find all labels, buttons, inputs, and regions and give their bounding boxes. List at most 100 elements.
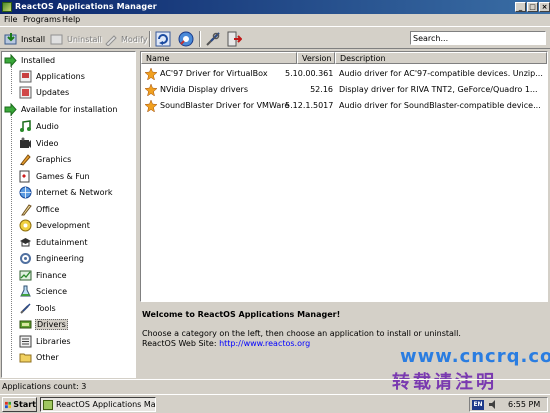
tree-item-tools[interactable]: Tools [19, 301, 57, 315]
column-header-name[interactable]: Name [141, 52, 297, 64]
uninstall-label: Uninstall [67, 34, 102, 44]
exit-button[interactable] [226, 31, 245, 47]
tree-item-graphics[interactable]: Graphics [19, 152, 72, 166]
settings-button[interactable] [205, 31, 224, 47]
updates-icon [19, 86, 32, 99]
start-icon [5, 401, 12, 408]
tree-label: Internet & Network [36, 187, 113, 197]
tools-icon [205, 31, 221, 47]
package-icon [144, 67, 158, 81]
row-description: Audio driver for SoundBlaster-compatible… [339, 101, 541, 110]
tree-item-video[interactable]: Video [19, 136, 59, 150]
start-button[interactable]: Start [2, 397, 37, 412]
row-version: 5.10.00.3610 [285, 69, 333, 78]
website-line: ReactOS Web Site: http://www.reactos.org [142, 339, 310, 348]
row-name: SoundBlaster Driver for VMWare [160, 101, 290, 110]
application-list: Name Version Description AC'97 Driver fo… [140, 51, 548, 302]
tree-line [11, 66, 12, 94]
status-bar: Applications count: 3 [0, 379, 550, 393]
tree-label: Libraries [36, 336, 71, 346]
title-bar[interactable]: ReactOS Applications Manager _ □ × [0, 0, 550, 14]
menu-programs[interactable]: Programs [23, 15, 61, 24]
watermark-url: www.cncrq.com [400, 346, 550, 367]
app-window: ReactOS Applications Manager _ □ × File … [0, 0, 550, 394]
welcome-text: Welcome to ReactOS Applications Manager! [142, 310, 341, 319]
tree-label: Finance [36, 270, 67, 280]
maximize-button[interactable]: □ [527, 2, 538, 12]
install-icon [4, 32, 18, 46]
list-row[interactable]: NVidia Display drivers 52.16 Display dri… [141, 82, 547, 97]
taskbar-app-button[interactable]: ReactOS Applications Man... [40, 397, 156, 412]
edutainment-icon [19, 236, 32, 249]
row-description: Display driver for RIVA TNT2, GeForce/Qu… [339, 85, 538, 94]
install-label: Install [21, 34, 46, 44]
tree-label: Updates [36, 87, 70, 97]
tree-item-internet[interactable]: Internet & Network [19, 185, 114, 199]
tree-label: Audio [36, 121, 59, 131]
row-name: NVidia Display drivers [160, 85, 248, 94]
internet-icon [19, 186, 32, 199]
uninstall-button[interactable]: Uninstall [50, 31, 102, 47]
window-title: ReactOS Applications Manager [15, 2, 157, 11]
app-icon [43, 399, 53, 410]
close-button[interactable]: × [539, 2, 550, 12]
tools-category-icon [19, 302, 32, 315]
science-icon [19, 285, 32, 298]
other-icon [19, 351, 32, 364]
tree-item-science[interactable]: Science [19, 284, 68, 298]
language-indicator[interactable]: EN [472, 400, 484, 410]
update-db-button[interactable] [178, 31, 197, 47]
tree-label: Office [36, 204, 60, 214]
refresh-button[interactable] [155, 31, 174, 47]
tree-item-edutainment[interactable]: Edutainment [19, 235, 88, 249]
tree-item-finance[interactable]: Finance [19, 268, 68, 282]
taskbar: Start ReactOS Applications Man... EN 6:5… [0, 394, 550, 413]
install-button[interactable]: Install [4, 31, 45, 47]
libraries-icon [19, 335, 32, 348]
taskbar-app-label: ReactOS Applications Man... [56, 400, 156, 409]
row-version: 52.16 [310, 85, 333, 94]
tree-item-audio[interactable]: Audio [19, 119, 60, 133]
list-row[interactable]: AC'97 Driver for VirtualBox 5.10.00.3610… [141, 66, 547, 81]
row-name: AC'97 Driver for VirtualBox [160, 69, 268, 78]
category-tree: Installed Applications Updates Available… [1, 51, 136, 378]
available-icon [4, 102, 17, 116]
tree-item-applications[interactable]: Applications [19, 69, 86, 83]
minimize-button[interactable]: _ [515, 2, 526, 12]
website-link[interactable]: http://www.reactos.org [219, 339, 310, 348]
modify-button[interactable]: Modify [104, 31, 148, 47]
update-db-icon [178, 31, 194, 47]
tree-label: Drivers [35, 318, 68, 330]
hint-text: Choose a category on the left, then choo… [142, 329, 461, 338]
menu-help[interactable]: Help [62, 15, 80, 24]
search-input[interactable] [410, 31, 546, 45]
tree-item-libraries[interactable]: Libraries [19, 334, 72, 348]
tree-label: Available for installation [21, 104, 118, 114]
tree-item-engineering[interactable]: Engineering [19, 251, 85, 265]
start-label: Start [13, 400, 36, 409]
tree-item-games[interactable]: Games & Fun [19, 169, 91, 183]
uninstall-icon [50, 32, 64, 46]
column-header-description[interactable]: Description [335, 52, 547, 64]
toolbar-separator [149, 31, 151, 47]
tree-item-other[interactable]: Other [19, 350, 60, 364]
tree-item-office[interactable]: Office [19, 202, 60, 216]
column-header-version[interactable]: Version [297, 52, 335, 64]
list-row[interactable]: SoundBlaster Driver for VMWare 5.12.1.50… [141, 98, 547, 113]
volume-icon[interactable] [488, 399, 499, 410]
office-icon [19, 203, 32, 216]
package-icon [144, 83, 158, 97]
row-description: Audio driver for AC'97-compatible device… [339, 69, 543, 78]
tree-item-development[interactable]: Development [19, 218, 91, 232]
tree-item-drivers[interactable]: Drivers [19, 317, 68, 331]
graphics-icon [19, 153, 32, 166]
refresh-icon [155, 31, 171, 47]
audio-icon [19, 119, 32, 133]
menu-bar: File Programs Help [0, 14, 550, 26]
tree-item-available[interactable]: Available for installation [4, 102, 118, 116]
menu-file[interactable]: File [4, 15, 17, 24]
tree-item-installed[interactable]: Installed [4, 53, 56, 67]
tree-label: Games & Fun [36, 171, 90, 181]
tree-item-updates[interactable]: Updates [19, 85, 70, 99]
development-icon [19, 219, 32, 232]
